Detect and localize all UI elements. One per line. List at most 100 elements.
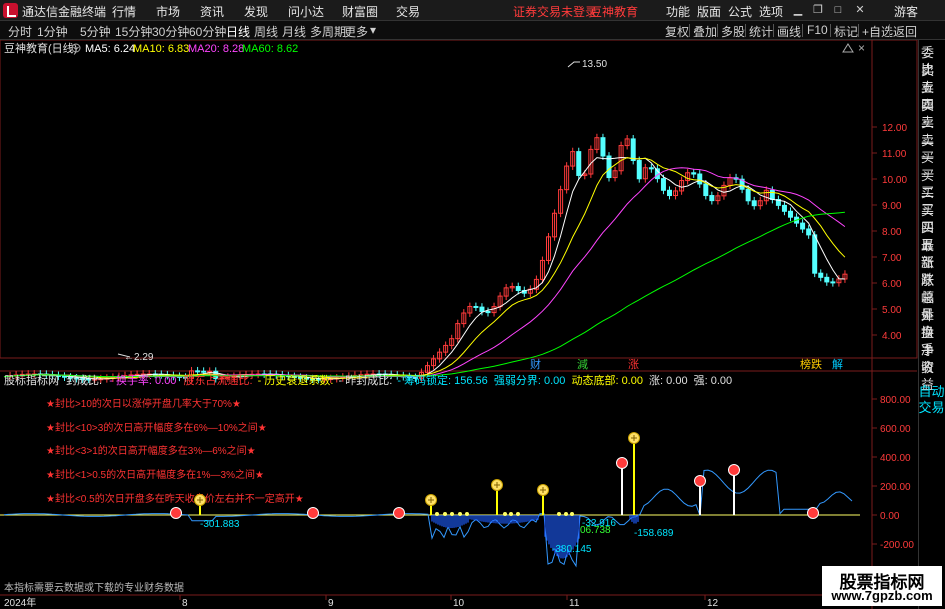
red-ball-icon (393, 507, 405, 519)
login-notice[interactable]: 证券交易未登录 (513, 3, 597, 20)
candle-body (806, 228, 812, 236)
tab-weekly[interactable]: 周线 (254, 23, 278, 40)
candlesticks (7, 133, 848, 384)
candle-body (745, 188, 751, 202)
candle-body (703, 183, 709, 197)
mark-button[interactable]: 标记 (834, 23, 858, 40)
stats-button[interactable]: 统计 (749, 23, 773, 40)
red-ball-icon (728, 464, 740, 476)
indicator-note: ★封比<10>3的次日高开幅度多在6%—10%之间★ (46, 421, 267, 434)
signal-dot (458, 512, 462, 516)
auto-trade-label: 自动 (918, 384, 945, 399)
menu-quotes[interactable]: 行情 (112, 3, 136, 20)
maximize-icon[interactable]: □ (830, 2, 846, 18)
tab-multi-period[interactable]: 多周期 (310, 23, 346, 40)
f10-button[interactable]: F10 (807, 23, 828, 37)
candle-body (709, 195, 715, 202)
signal-dot (435, 512, 439, 516)
kline-chart[interactable]: 豆神教育(日线) MA5: 6.24 MA10: 6.83 MA20: 8.28… (0, 40, 918, 609)
menu-market[interactable]: 市场 (156, 3, 180, 20)
event-finance-mark[interactable]: 财 (530, 357, 541, 371)
menu-formula[interactable]: 公式 (728, 3, 752, 20)
value-label: -380.145 (552, 544, 592, 555)
menu-trade[interactable]: 交易 (396, 3, 420, 20)
high-label: 13.50 (582, 59, 607, 70)
menu-discover[interactable]: 发现 (244, 3, 268, 20)
candle-body (600, 137, 606, 157)
minimize-icon[interactable]: ▁ (790, 2, 806, 18)
signal-dot (503, 512, 507, 516)
value-label: -158.689 (634, 528, 674, 539)
y-tick-label: 8.00 (882, 227, 902, 238)
y-tick-label: -200.00 (880, 540, 914, 551)
indicator-note: ★封比<1>0.5的次日高开幅度多在1%—3%之间★ (46, 468, 264, 481)
app-logo-icon (3, 3, 18, 18)
menu-wealth[interactable]: 财富圈 (342, 3, 378, 20)
adjust-button[interactable]: 复权 (665, 23, 689, 40)
signal-dot (509, 512, 513, 516)
title-bar: 通达信金融终端 行情 市场 资讯 发现 问小达 财富圈 交易 证券交易未登录 豆… (0, 0, 945, 21)
tab-intraday[interactable]: 分时 (8, 23, 32, 40)
candle-body (769, 189, 775, 200)
candle-body (824, 276, 830, 283)
y-tick-label: 10.00 (882, 175, 907, 186)
signal-dot (516, 512, 520, 516)
draw-line-button[interactable]: 画线 (777, 23, 801, 40)
tab-more[interactable]: 更多 (344, 23, 368, 40)
candle-body (630, 138, 636, 162)
tab-30min[interactable]: 30分钟 (152, 23, 189, 40)
tab-monthly[interactable]: 月线 (282, 23, 306, 40)
ma60-label: MA60: 8.62 (242, 43, 298, 55)
signal-dot (443, 512, 447, 516)
menu-function[interactable]: 功能 (666, 3, 690, 20)
divider (858, 24, 859, 37)
tab-daily[interactable]: 日线 (226, 23, 250, 40)
menu-ask[interactable]: 问小达 (288, 3, 324, 20)
value-label: 06.738 (580, 525, 611, 536)
menu-news[interactable]: 资讯 (200, 3, 224, 20)
tab-60min[interactable]: 60分钟 (189, 23, 226, 40)
oscillator-line (3, 469, 853, 568)
close-icon[interactable]: ✕ (852, 2, 868, 18)
divider (717, 24, 718, 37)
red-ball-icon (170, 507, 182, 519)
chevron-down-icon[interactable]: ▾ (370, 23, 376, 37)
app-title: 通达信金融终端 (22, 5, 107, 19)
y-tick-label: 6.00 (882, 279, 902, 290)
candle-body (697, 173, 703, 185)
stock-label: 豆神教育(日线) (4, 41, 77, 55)
event-unlock-mark[interactable]: 解 (832, 357, 843, 371)
tab-15min[interactable]: 15分钟 (115, 23, 152, 40)
value-label: -301.883 (200, 519, 240, 530)
tab-1min[interactable]: 1分钟 (37, 23, 68, 40)
event-reduce-mark[interactable]: 減 (577, 357, 588, 371)
candle-body (781, 204, 787, 212)
overlay-button[interactable]: 叠加 (693, 23, 717, 40)
auto-trade-button[interactable]: 自动 交易 (918, 384, 945, 416)
divider (802, 24, 803, 37)
indicator-header-text: 股标指标网 封成比: - 换手率: 0.00 股东占流通比: - 历史衰退系数:… (4, 373, 732, 387)
multi-stock-button[interactable]: 多股 (721, 23, 745, 40)
event-rise-mark[interactable]: 涨 (628, 358, 639, 371)
event-list-drop-mark[interactable]: 榜跌 (800, 357, 822, 371)
footer-note: 本指标需要云数据或下载的专业财务数据 (4, 581, 184, 594)
menu-options[interactable]: 选项 (759, 3, 783, 20)
y-tick-label: 200.00 (880, 482, 911, 493)
guest-user[interactable]: 游客 (894, 3, 918, 20)
restore-icon[interactable]: ❐ (810, 2, 826, 18)
menu-layout[interactable]: 版面 (697, 3, 721, 20)
indicator-note: ★封比<3>1的次日高开幅度多在3%—6%之间★ (46, 444, 256, 457)
close-panel-icon[interactable]: × (858, 41, 865, 55)
candle-body (667, 189, 672, 197)
tab-5min[interactable]: 5分钟 (80, 23, 111, 40)
back-button[interactable]: 返回 (893, 23, 917, 40)
y-tick-label: 9.00 (882, 201, 902, 212)
sub-y-axis: 800.00 600.00 400.00 200.00 0.00 -200.00 (872, 395, 914, 551)
watermark-url: www.7gpzb.com (831, 588, 933, 603)
auto-trade-label: 交易 (918, 400, 945, 415)
candle-body (812, 234, 818, 274)
y-tick-label: 12.00 (882, 123, 907, 134)
low-label: ←2.29 (124, 352, 154, 363)
settings-icon[interactable] (842, 43, 854, 53)
y-tick-label: 0.00 (880, 511, 900, 522)
